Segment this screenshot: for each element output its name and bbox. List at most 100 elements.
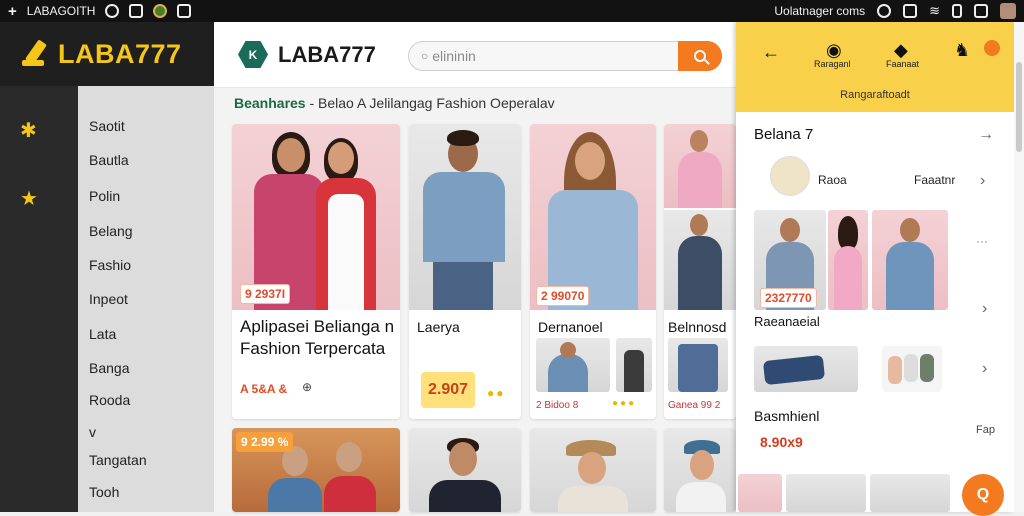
product-card-row2-4[interactable] bbox=[664, 428, 736, 512]
scrollbar[interactable] bbox=[1014, 22, 1024, 512]
sidebar-item-11[interactable]: Tooh bbox=[89, 484, 119, 500]
hex-logo-icon: K bbox=[238, 41, 268, 68]
product-image bbox=[664, 428, 736, 512]
camera-icon[interactable]: ◉ bbox=[826, 40, 842, 61]
rating-meta: A 5&A & bbox=[240, 382, 288, 396]
product-title: Dernanoel bbox=[538, 319, 603, 335]
panel-product-thumb[interactable]: 2327770 bbox=[754, 210, 826, 310]
panel-action-label[interactable]: Faanaat bbox=[886, 59, 919, 69]
plus-icon: + bbox=[8, 2, 17, 20]
product-card-hero[interactable]: 9 2937I Aplipasei Belianga n Fashion Ter… bbox=[232, 124, 400, 419]
search-input[interactable]: ○ elininin bbox=[408, 41, 722, 71]
panel-product-thumb[interactable] bbox=[828, 210, 868, 310]
brand-name: LABA777 bbox=[58, 38, 182, 69]
product-image bbox=[664, 124, 736, 208]
sidebar: LABA777 ✱ ★ Saotit Bautla Polin Belang F… bbox=[0, 22, 214, 512]
sidebar-icon-rail: ✱ ★ bbox=[0, 86, 78, 512]
more-icon[interactable]: ··· bbox=[976, 234, 988, 248]
sidebar-menu: Saotit Bautla Polin Belang Fashio Inpeot… bbox=[78, 86, 214, 512]
product-card-2[interactable]: Laerya 2.907 ●● bbox=[409, 124, 521, 419]
panel-product-thumb[interactable] bbox=[870, 474, 950, 512]
panel-product-thumb[interactable] bbox=[786, 474, 866, 512]
panel-action-label[interactable]: Raraganl bbox=[814, 59, 851, 69]
brush-logo-icon bbox=[22, 40, 50, 68]
product-title: Belnnosd bbox=[668, 319, 727, 335]
panel-price: 8.90x9 bbox=[760, 434, 803, 450]
top-bar: K LABA777 ○ elininin bbox=[214, 22, 736, 88]
magnifier-icon bbox=[694, 50, 706, 62]
sidebar-item-0[interactable]: Saotit bbox=[89, 118, 125, 134]
breadcrumb-rest: - Belao A Jelilangag Fashion Oeperalav bbox=[305, 95, 555, 111]
globe-icon bbox=[877, 4, 892, 18]
variant-thumb[interactable] bbox=[536, 338, 610, 392]
product-card-4[interactable]: Belnnosd Ganea 99 2 bbox=[664, 124, 736, 419]
product-image bbox=[409, 124, 521, 310]
panel-more-label[interactable]: Fap bbox=[976, 424, 995, 436]
chevron-right-icon[interactable]: › bbox=[982, 300, 987, 318]
panel-product-thumb[interactable] bbox=[872, 210, 948, 310]
price-tag: 9 2.99 % bbox=[236, 432, 294, 452]
product-image bbox=[409, 428, 521, 512]
user-avatar[interactable] bbox=[1000, 3, 1016, 19]
panel-section-title: Basmhienl bbox=[754, 408, 820, 424]
chevron-right-icon[interactable]: › bbox=[980, 172, 985, 190]
price-badge: 2.907 bbox=[421, 372, 475, 408]
sidebar-item-9[interactable]: v bbox=[89, 424, 96, 440]
sidebar-item-4[interactable]: Fashio bbox=[89, 257, 131, 273]
badge-icon bbox=[153, 4, 168, 18]
user-icon[interactable]: ♞ bbox=[954, 40, 970, 61]
sidebar-item-6[interactable]: Lata bbox=[89, 326, 116, 342]
search-fab-button[interactable]: Q bbox=[962, 474, 1004, 516]
status-bar: + LABAGOITH Uolatnager coms ≋ bbox=[0, 0, 1024, 22]
search-icon: ○ bbox=[421, 49, 429, 63]
status-right-text: Uolatnager coms bbox=[774, 4, 866, 18]
panel-product-thumb[interactable] bbox=[754, 346, 858, 392]
sparkle-icon[interactable]: ✱ bbox=[20, 118, 37, 143]
panel-section-title: Belana 7 bbox=[754, 126, 814, 143]
sidebar-item-7[interactable]: Banga bbox=[89, 360, 129, 376]
back-arrow-icon[interactable]: ← bbox=[762, 42, 780, 63]
variant-thumb[interactable] bbox=[616, 338, 652, 392]
search-icon: Q bbox=[976, 486, 990, 503]
star-icon[interactable]: ★ bbox=[20, 186, 38, 211]
profile-avatar[interactable] bbox=[770, 156, 810, 196]
product-image bbox=[664, 210, 736, 310]
search-button[interactable] bbox=[678, 41, 722, 71]
breadcrumb-lead[interactable]: Beanhares bbox=[234, 95, 306, 111]
sidebar-item-2[interactable]: Polin bbox=[89, 188, 120, 204]
main-content: K LABA777 ○ elininin Beanhares - Belao A… bbox=[214, 22, 736, 512]
arrow-right-icon[interactable]: → bbox=[978, 126, 994, 144]
rating-dots: ●● bbox=[487, 386, 506, 400]
chevron-right-icon[interactable]: › bbox=[982, 360, 987, 378]
sidebar-item-5[interactable]: Inpeot bbox=[89, 291, 128, 307]
book-icon bbox=[903, 4, 918, 18]
header-logo-text: LABA777 bbox=[278, 41, 376, 67]
variant-thumb[interactable] bbox=[668, 338, 728, 392]
price-tag: 2327770 bbox=[760, 288, 817, 308]
price-tag: 2 99070 bbox=[536, 286, 590, 306]
panel-header: ← ◉ Raraganl ◆ Faanaat ♞ Rangaraftoadt bbox=[736, 22, 1014, 112]
sync-icon bbox=[105, 4, 120, 18]
scroll-thumb[interactable] bbox=[1016, 62, 1022, 152]
sidebar-item-10[interactable]: Tangatan bbox=[89, 452, 147, 468]
panel-product-thumb[interactable] bbox=[882, 346, 942, 392]
product-card-3[interactable]: 2 99070 Dernanoel 2 Bidoo 8 ●●● bbox=[530, 124, 656, 419]
rating-meta: 2 Bidoo 8 bbox=[536, 400, 579, 411]
product-card-row2-3[interactable] bbox=[530, 428, 656, 512]
product-card-row2-1[interactable]: 9 2.99 % bbox=[232, 428, 400, 512]
price-tag: 9 2937I bbox=[240, 284, 291, 304]
info-icon[interactable]: ⊕ bbox=[302, 380, 312, 394]
sidebar-item-1[interactable]: Bautla bbox=[89, 152, 129, 168]
panel-product-thumb[interactable] bbox=[738, 474, 782, 512]
bag-icon[interactable]: ◆ bbox=[894, 40, 908, 61]
product-card-row2-2[interactable] bbox=[409, 428, 521, 512]
profile-name: Raoa bbox=[818, 173, 847, 187]
sidebar-item-8[interactable]: Rooda bbox=[89, 392, 130, 408]
sidebar-item-3[interactable]: Belang bbox=[89, 223, 133, 239]
brand[interactable]: LABA777 bbox=[0, 22, 214, 86]
notification-icon[interactable] bbox=[984, 40, 1000, 56]
product-image: 2 99070 bbox=[530, 124, 656, 310]
app-icon bbox=[129, 4, 144, 18]
profile-action[interactable]: Faaatnr bbox=[914, 173, 955, 187]
product-title: Aplipasei Belianga n Fashion Terpercata bbox=[240, 317, 395, 358]
